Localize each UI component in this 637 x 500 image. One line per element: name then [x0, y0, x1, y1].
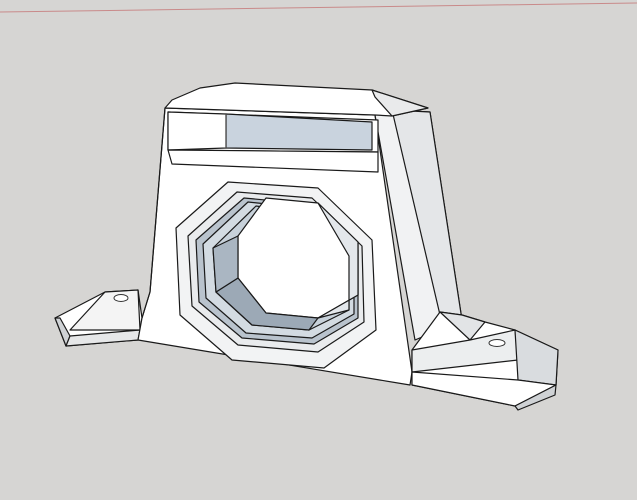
right-base-flange[interactable]	[411, 311, 559, 411]
left-base-flange[interactable]	[54, 289, 143, 347]
left-mount-hole	[113, 294, 129, 302]
top-slot[interactable]	[167, 111, 379, 173]
model-canvas[interactable]	[0, 0, 637, 500]
right-mount-hole	[488, 339, 506, 347]
3d-viewport[interactable]	[0, 0, 637, 500]
pillow-block-bearing-model[interactable]	[54, 82, 559, 411]
horizon-axis-line	[0, 2, 637, 13]
